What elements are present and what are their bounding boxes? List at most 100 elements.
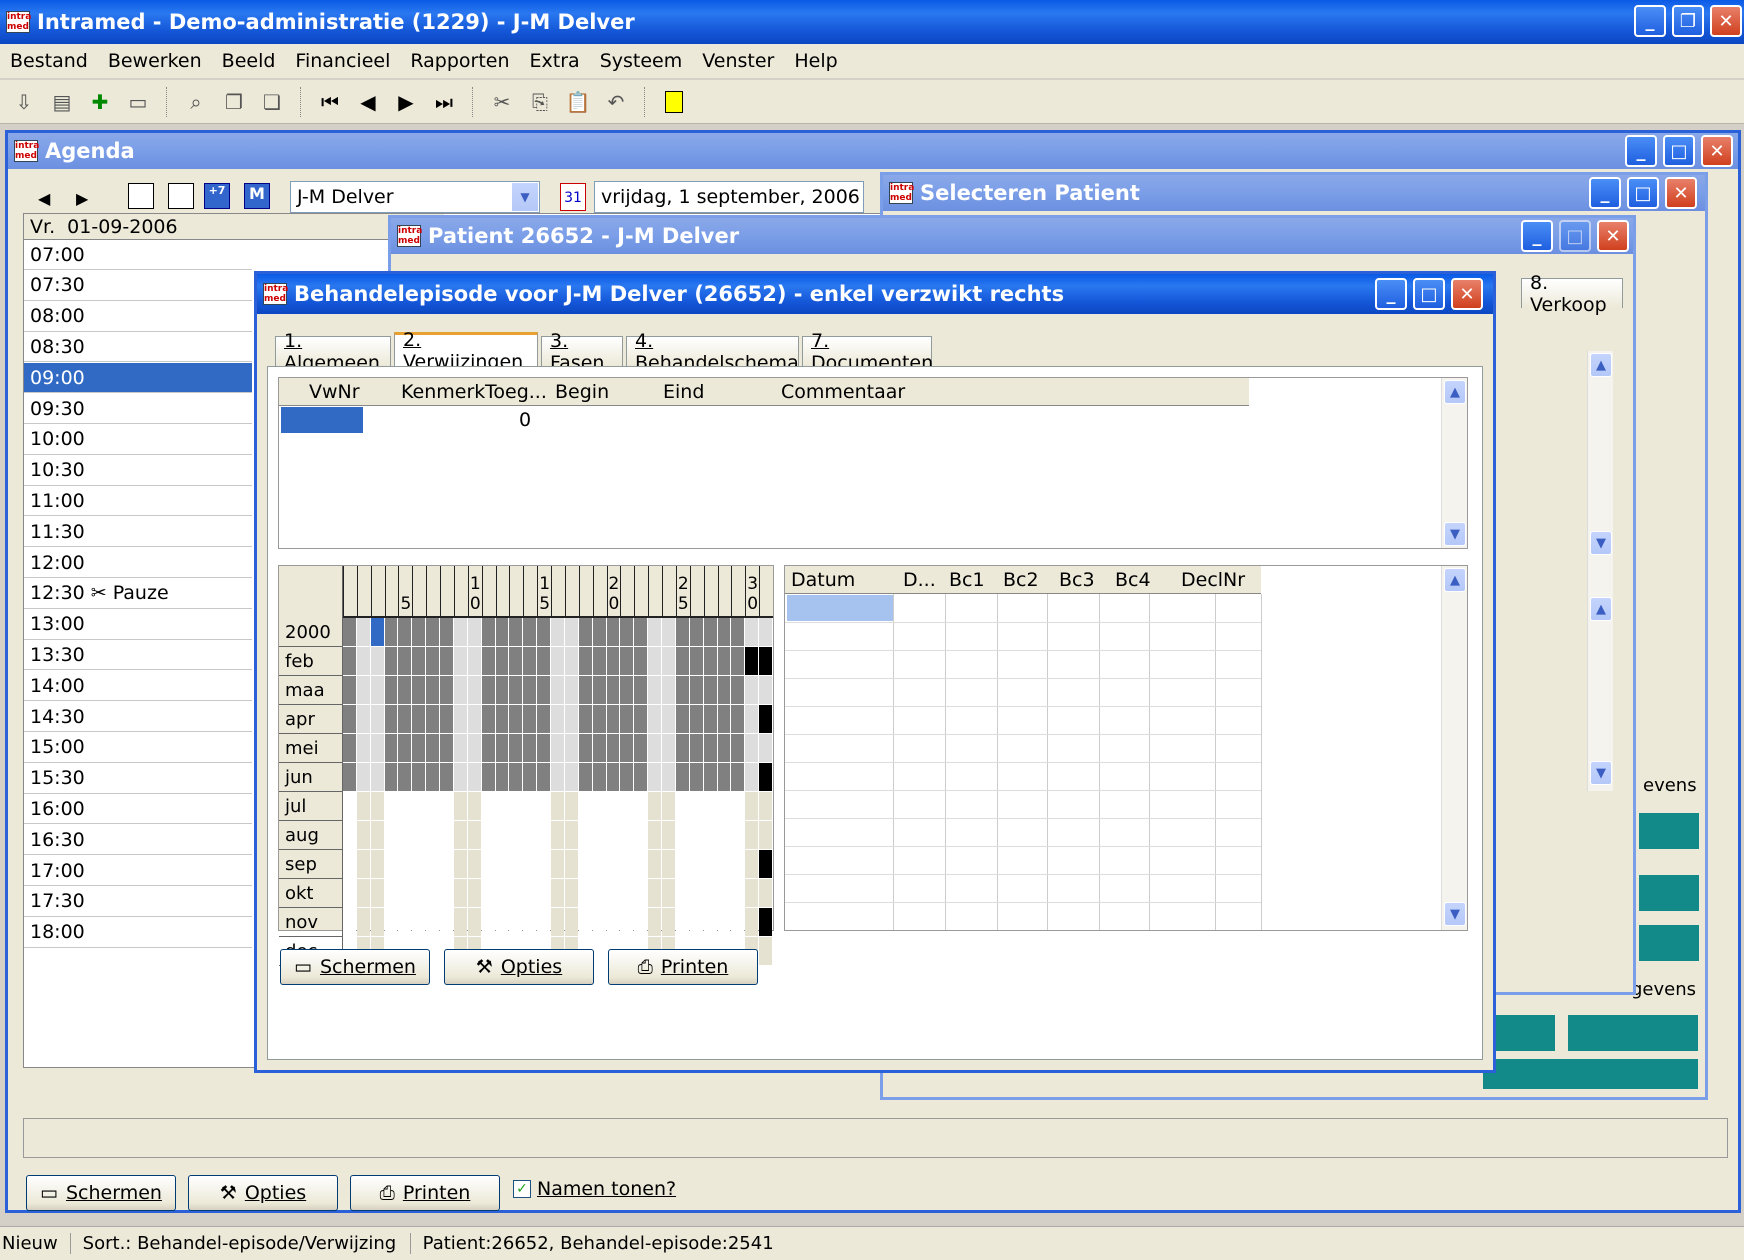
- calendar-day-cell[interactable]: [648, 850, 662, 878]
- calendar-day-cell[interactable]: [384, 763, 398, 791]
- calendar-day-cell[interactable]: [717, 705, 731, 733]
- calendar-day-cell[interactable]: [564, 908, 578, 936]
- last-record-icon[interactable]: ⏭: [430, 88, 458, 116]
- calendar-day-cell[interactable]: [384, 908, 398, 936]
- calendar-day-cell[interactable]: [759, 937, 772, 965]
- calendar-day-cell[interactable]: [356, 792, 370, 820]
- calendar-day-cell[interactable]: [620, 705, 634, 733]
- calendar-day-cell[interactable]: [703, 618, 717, 646]
- calendar-day-cell[interactable]: [509, 618, 523, 646]
- calendar-day-cell[interactable]: [564, 705, 578, 733]
- calendar-day-cell[interactable]: [634, 763, 648, 791]
- calendar-day-cell[interactable]: [606, 618, 620, 646]
- copy-record-icon[interactable]: ❐: [220, 88, 248, 116]
- scroll-up-icon[interactable]: ▲: [1590, 597, 1612, 621]
- calendar-day-cell[interactable]: [440, 734, 453, 762]
- calendar-day-cell[interactable]: [759, 908, 772, 936]
- calendar-day-cell[interactable]: [759, 734, 772, 762]
- calendar-day-cell[interactable]: [551, 850, 564, 878]
- calendar-day-cell[interactable]: [343, 908, 356, 936]
- calendar-day-cell[interactable]: [634, 705, 648, 733]
- calendar-day-cell[interactable]: [606, 792, 620, 820]
- calendar-day-cell[interactable]: [453, 908, 467, 936]
- undo-icon[interactable]: ↶: [602, 88, 630, 116]
- calendar-day-cell[interactable]: [662, 734, 675, 762]
- episode-minimize-button[interactable]: _: [1375, 278, 1407, 310]
- calendar-day-cell[interactable]: [343, 850, 356, 878]
- calendar-day-cell[interactable]: [495, 647, 509, 675]
- calendar-day-cell[interactable]: [453, 821, 467, 849]
- calendar-day-cell[interactable]: [370, 879, 384, 907]
- calendar-day-cell[interactable]: [481, 676, 495, 704]
- calendar-day-cell[interactable]: [384, 792, 398, 820]
- calendar-day-cell[interactable]: [509, 676, 523, 704]
- calendar-day-cell[interactable]: [426, 618, 440, 646]
- agenda-minimize-button[interactable]: _: [1625, 135, 1657, 167]
- agenda-opties-button[interactable]: ⚒ Opties: [188, 1175, 338, 1211]
- calendar-day-cell[interactable]: [356, 908, 370, 936]
- calendar-day-cell[interactable]: [606, 676, 620, 704]
- calendar-day-cell[interactable]: [495, 850, 509, 878]
- calendar-day-cell[interactable]: [745, 879, 759, 907]
- calendar-day-cell[interactable]: [537, 879, 551, 907]
- calendar-day-cell[interactable]: [634, 792, 648, 820]
- col-kenmerk[interactable]: Kenmerk: [401, 381, 485, 403]
- calendar-day-cell[interactable]: [759, 792, 772, 820]
- calendar-day-cell[interactable]: [620, 734, 634, 762]
- col-declnr[interactable]: DeclNr: [1181, 569, 1245, 591]
- calendar-day-cell[interactable]: [343, 792, 356, 820]
- calendar-day-cell[interactable]: [731, 676, 745, 704]
- calendar-day-cell[interactable]: [398, 734, 412, 762]
- calendar-day-cell[interactable]: [412, 821, 426, 849]
- calendar-day-cell[interactable]: [564, 850, 578, 878]
- calendar-day-cell[interactable]: [509, 821, 523, 849]
- calendar-day-cell[interactable]: [481, 879, 495, 907]
- time-slot[interactable]: 08:00: [24, 302, 252, 332]
- calendar-day-cell[interactable]: [356, 821, 370, 849]
- calendar-day-cell[interactable]: [453, 792, 467, 820]
- calendar-day-grid[interactable]: [343, 618, 773, 965]
- calendar-day-cell[interactable]: [731, 821, 745, 849]
- calendar-day-cell[interactable]: [481, 763, 495, 791]
- document-icon[interactable]: ▤: [48, 88, 76, 116]
- time-slot[interactable]: 12:30 ✂ Pauze: [24, 579, 252, 609]
- calendar-day-cell[interactable]: [453, 618, 467, 646]
- calendar-day-cell[interactable]: [648, 734, 662, 762]
- calendar-day-cell[interactable]: [620, 879, 634, 907]
- calendar-day-cell[interactable]: [648, 821, 662, 849]
- calendar-day-cell[interactable]: [745, 618, 759, 646]
- calendar-day-cell[interactable]: [523, 734, 537, 762]
- calendar-day-cell[interactable]: [412, 676, 426, 704]
- calendar-day-cell[interactable]: [564, 821, 578, 849]
- calendar-day-cell[interactable]: [662, 647, 675, 675]
- agenda-maximize-button[interactable]: □: [1663, 135, 1695, 167]
- col-begin[interactable]: Begin: [555, 381, 609, 403]
- calendar-day-cell[interactable]: [412, 792, 426, 820]
- calendar-day-cell[interactable]: [717, 879, 731, 907]
- calendar-day-cell[interactable]: [592, 879, 606, 907]
- calendar-day-cell[interactable]: [731, 705, 745, 733]
- calendar-day-cell[interactable]: [731, 734, 745, 762]
- calendar-day-cell[interactable]: [440, 676, 453, 704]
- menu-rapporten[interactable]: Rapporten: [400, 50, 519, 72]
- calendar-day-cell[interactable]: [343, 618, 356, 646]
- col-eind[interactable]: Eind: [663, 381, 704, 403]
- calendar-day-cell[interactable]: [759, 618, 772, 646]
- calendar-day-cell[interactable]: [717, 734, 731, 762]
- tab-documenten[interactable]: 7. Documenten: [802, 330, 933, 374]
- calendar-day-cell[interactable]: [592, 850, 606, 878]
- calendar-day-cell[interactable]: [384, 879, 398, 907]
- calendar-day-cell[interactable]: [689, 647, 703, 675]
- calendar-day-cell[interactable]: [370, 763, 384, 791]
- calendar-day-cell[interactable]: [620, 850, 634, 878]
- calendar-day-cell[interactable]: [495, 763, 509, 791]
- calendar-day-cell[interactable]: [523, 676, 537, 704]
- time-slot[interactable]: 07:00: [24, 240, 252, 270]
- calendar-day-cell[interactable]: [620, 676, 634, 704]
- calendar-day-cell[interactable]: [731, 763, 745, 791]
- calendar-day-cell[interactable]: [481, 792, 495, 820]
- calendar-day-cell[interactable]: [495, 618, 509, 646]
- calendar-day-cell[interactable]: [745, 850, 759, 878]
- calendar-day-cell[interactable]: [606, 705, 620, 733]
- calendar-day-cell[interactable]: [662, 763, 675, 791]
